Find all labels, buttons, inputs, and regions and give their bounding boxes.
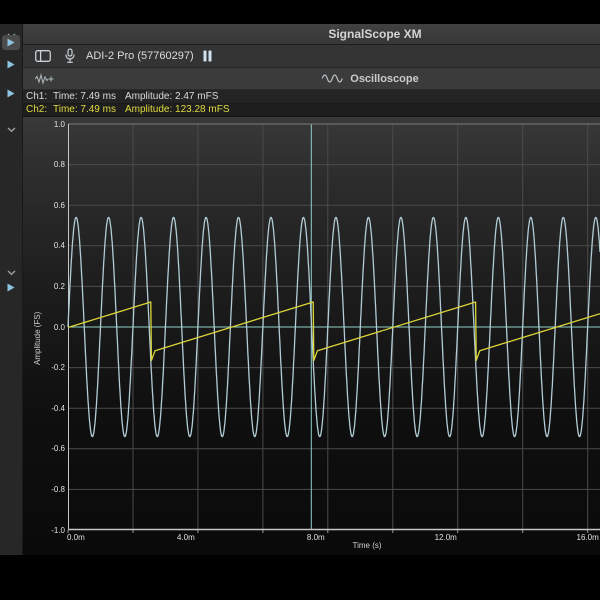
sidebar-play-button[interactable] [2,35,20,50]
y-tick-label: 0.2 [53,281,65,291]
window-title: SignalScope XM [328,27,422,41]
y-tick-label: 0.0 [53,322,65,332]
y-tick-label: -1.0 [51,525,65,535]
y-tick-label: -0.6 [51,444,65,454]
x-tick-label: 12.0m [434,533,457,542]
add-signal-icon[interactable] [35,72,54,85]
tool-palette-sidebar [0,24,23,555]
tool-title: Oscilloscope [350,72,419,85]
ch1-time: Time: 7.49 ms [53,91,116,102]
microphone-icon[interactable] [64,48,76,64]
sidebar-play-button[interactable] [0,279,22,295]
ch1-amplitude: Amplitude: 2.47 mFS [125,91,219,102]
sidebar-play-button[interactable] [0,85,22,101]
x-axis-label: Time (s) [352,541,382,550]
sidebar-toggle-icon[interactable] [35,50,51,62]
oscilloscope-plot-region: Amplitude (FS) 1.0 0.8 0.6 0.4 0.2 0.0 -0.2 -0.… [23,117,600,555]
y-tick-label: 0.8 [53,160,65,170]
channel-readouts: Ch1: Time: 7.49 ms Amplitude: 2.47 mFS C… [23,90,600,117]
tool-title-group: Oscilloscope [321,68,419,89]
sine-wave-icon [321,73,343,84]
y-axis-label: Amplitude (FS) [33,311,42,365]
x-tick-label: 16.0m [576,533,599,542]
y-tick-label: -0.4 [51,403,65,413]
x-tick-label: 4.0m [177,533,195,542]
sidebar-chevron-button[interactable] [0,122,22,138]
sidebar-play-button[interactable] [0,56,22,72]
x-tick-label: 0.0m [67,533,85,542]
ch1-readout: Ch1: Time: 7.49 ms Amplitude: 2.47 mFS [23,90,600,104]
y-tick-label: -0.8 [51,484,65,494]
titlebar[interactable]: SignalScope XM [23,24,600,45]
ch2-label: Ch2: [26,104,48,115]
desktop: SignalScope XM ADI-2 Pro (57760297) Osci… [0,0,600,600]
oscilloscope-canvas [67,123,600,533]
plot-wrap[interactable]: 1.0 0.8 0.6 0.4 0.2 0.0 -0.2 -0.4 -0.6 -0.8 -1.0 0.… [51,120,600,542]
ch1-label: Ch1: [26,91,48,102]
x-tick-label: 8.0m [306,533,325,542]
device-selector[interactable]: ADI-2 Pro (57760297) [86,50,194,62]
ch2-readout: Ch2: Time: 7.49 ms Amplitude: 123.28 mFS [23,104,600,116]
tool-header: Oscilloscope [23,68,600,90]
y-tick-label: -0.2 [51,363,65,373]
window-main: SignalScope XM ADI-2 Pro (57760297) Osci… [23,24,600,555]
toolbar: ADI-2 Pro (57760297) [23,45,600,68]
ch2-time: Time: 7.49 ms [53,104,116,115]
signalscope-window: SignalScope XM ADI-2 Pro (57760297) Osci… [0,24,600,555]
y-tick-label: 1.0 [53,119,65,129]
pause-icon[interactable] [203,50,212,62]
y-tick-label: 0.4 [53,241,65,251]
y-tick-label: 0.6 [53,200,65,210]
ch2-amplitude: Amplitude: 123.28 mFS [125,104,230,115]
